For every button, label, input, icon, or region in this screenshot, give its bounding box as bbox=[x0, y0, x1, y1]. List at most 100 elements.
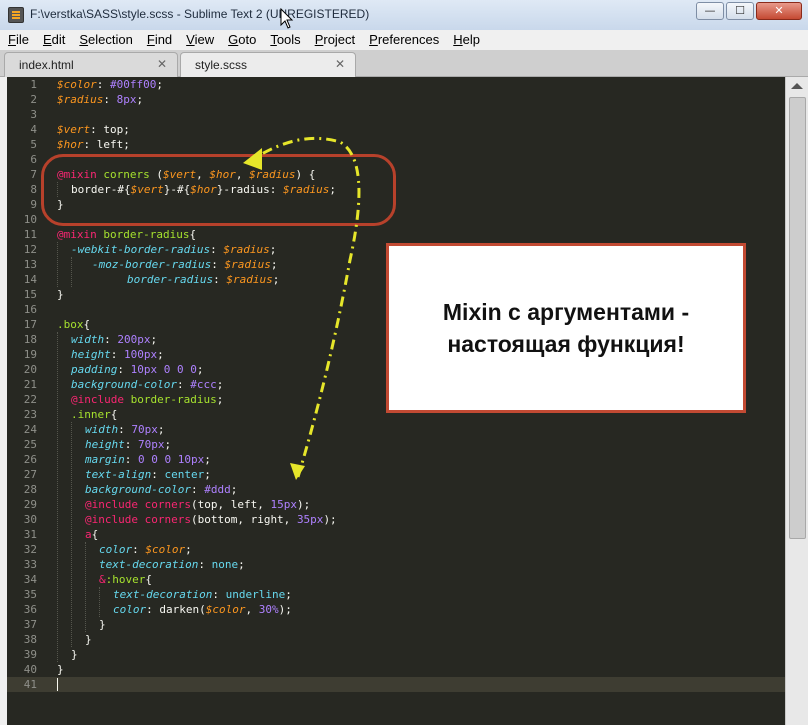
minimize-button[interactable]: — bbox=[696, 2, 724, 20]
sublime-app-icon bbox=[8, 7, 24, 23]
line-number: 27 bbox=[23, 468, 37, 481]
line-number: 8 bbox=[30, 183, 37, 196]
line-number: 26 bbox=[23, 453, 37, 466]
scroll-thumb[interactable] bbox=[789, 97, 806, 539]
line-number: 41 bbox=[23, 678, 37, 691]
tab-index-html[interactable]: index.html ✕ bbox=[4, 52, 178, 77]
current-line-highlight bbox=[7, 677, 785, 692]
line-number: 28 bbox=[23, 483, 37, 496]
line-number: 35 bbox=[23, 588, 37, 601]
line-number: 36 bbox=[23, 603, 37, 616]
menu-help[interactable]: Help bbox=[445, 30, 486, 50]
code-line: -webkit-border-radius: $radius; bbox=[71, 243, 277, 256]
code-line: background-color: #ddd; bbox=[85, 483, 238, 496]
code-line: } bbox=[57, 288, 64, 301]
code-line: -moz-border-radius: $radius; bbox=[92, 258, 278, 271]
line-number: 10 bbox=[23, 213, 37, 226]
line-number: 22 bbox=[23, 393, 37, 406]
line-number: 37 bbox=[23, 618, 37, 631]
indent-guide bbox=[57, 332, 58, 662]
menu-selection[interactable]: Selection bbox=[71, 30, 138, 50]
code-line: height: 70px; bbox=[85, 438, 172, 451]
line-number: 17 bbox=[23, 318, 37, 331]
code-line: @mixin border-radius{ bbox=[57, 228, 197, 241]
tab-bar: index.html ✕ style.scss ✕ bbox=[0, 50, 808, 77]
menu-edit[interactable]: Edit bbox=[35, 30, 71, 50]
code-line: .inner{ bbox=[71, 408, 118, 421]
code-line: width: 70px; bbox=[85, 423, 165, 436]
code-line: $color: #00ff00; bbox=[57, 78, 163, 91]
code-line: $vert: top; bbox=[57, 123, 130, 136]
window-title: F:\verstka\SASS\style.scss - Sublime Tex… bbox=[30, 7, 370, 21]
menu-view[interactable]: View bbox=[178, 30, 220, 50]
code-line: &:hover{ bbox=[99, 573, 152, 586]
menu-file[interactable]: File bbox=[0, 30, 35, 50]
line-number: 20 bbox=[23, 363, 37, 376]
menu-project[interactable]: Project bbox=[307, 30, 361, 50]
line-number: 9 bbox=[30, 198, 37, 211]
code-line: @include border-radius; bbox=[71, 393, 224, 406]
line-number: 39 bbox=[23, 648, 37, 661]
indent-guide bbox=[85, 542, 86, 632]
line-number: 15 bbox=[23, 288, 37, 301]
text-caret bbox=[57, 678, 58, 691]
code-line: a{ bbox=[85, 528, 99, 541]
line-number: 40 bbox=[23, 663, 37, 676]
mouse-cursor-icon bbox=[280, 8, 294, 29]
code-line: text-decoration: none; bbox=[99, 558, 245, 571]
line-number: 34 bbox=[23, 573, 37, 586]
code-line: width: 200px; bbox=[71, 333, 158, 346]
line-number: 4 bbox=[30, 123, 37, 136]
menu-tools[interactable]: Tools bbox=[262, 30, 306, 50]
tab-label: style.scss bbox=[195, 58, 248, 72]
line-number: 7 bbox=[30, 168, 37, 181]
indent-guide bbox=[57, 242, 58, 287]
tab-label: index.html bbox=[19, 58, 74, 72]
line-number: 32 bbox=[23, 543, 37, 556]
scroll-up-icon[interactable] bbox=[791, 83, 803, 89]
line-number: 16 bbox=[23, 303, 37, 316]
code-line: } bbox=[57, 663, 64, 676]
code-line: color: darken($color, 30%); bbox=[113, 603, 292, 616]
maximize-button[interactable]: ☐ bbox=[726, 2, 754, 20]
code-line: border-radius: $radius; bbox=[127, 273, 280, 286]
tab-close-icon[interactable]: ✕ bbox=[157, 57, 167, 71]
code-line: } bbox=[85, 633, 92, 646]
annotation-callout: Mixin с аргументами - настоящая функция! bbox=[386, 243, 746, 413]
code-line: } bbox=[99, 618, 106, 631]
line-number: 29 bbox=[23, 498, 37, 511]
code-line: .box{ bbox=[57, 318, 91, 331]
code-line: height: 100px; bbox=[71, 348, 164, 361]
code-line: $hor: left; bbox=[57, 138, 130, 151]
line-number: 33 bbox=[23, 558, 37, 571]
title-bar: F:\verstka\SASS\style.scss - Sublime Tex… bbox=[0, 0, 808, 31]
close-button[interactable]: ✕ bbox=[756, 2, 802, 20]
line-number: 19 bbox=[23, 348, 37, 361]
menu-bar: File Edit Selection Find View Goto Tools… bbox=[0, 30, 808, 50]
code-line: background-color: #ccc; bbox=[71, 378, 224, 391]
callout-line-1: Mixin с аргументами - bbox=[442, 299, 690, 325]
tab-style-scss[interactable]: style.scss ✕ bbox=[180, 52, 356, 77]
line-number: 3 bbox=[30, 108, 37, 121]
callout-line-2: настоящая функция! bbox=[447, 331, 685, 357]
menu-find[interactable]: Find bbox=[139, 30, 178, 50]
line-number: 1 bbox=[30, 78, 37, 91]
line-number: 5 bbox=[30, 138, 37, 151]
code-line: @include corners(bottom, right, 35px); bbox=[85, 513, 337, 526]
line-number: 21 bbox=[23, 378, 37, 391]
line-number: 31 bbox=[23, 528, 37, 541]
code-line: text-align: center; bbox=[85, 468, 211, 481]
code-line: padding: 10px 0 0 0; bbox=[71, 363, 204, 376]
line-number: 12 bbox=[23, 243, 37, 256]
line-number: 13 bbox=[23, 258, 37, 271]
code-line: } bbox=[71, 648, 78, 661]
menu-goto[interactable]: Goto bbox=[220, 30, 262, 50]
code-line: @include corners(top, left, 15px); bbox=[85, 498, 311, 511]
line-number: 18 bbox=[23, 333, 37, 346]
indent-guide bbox=[99, 587, 100, 617]
menu-preferences[interactable]: Preferences bbox=[361, 30, 445, 50]
line-number: 6 bbox=[30, 153, 37, 166]
tab-close-icon[interactable]: ✕ bbox=[335, 57, 345, 71]
vertical-scrollbar[interactable] bbox=[785, 77, 808, 725]
code-line: margin: 0 0 0 10px; bbox=[85, 453, 211, 466]
